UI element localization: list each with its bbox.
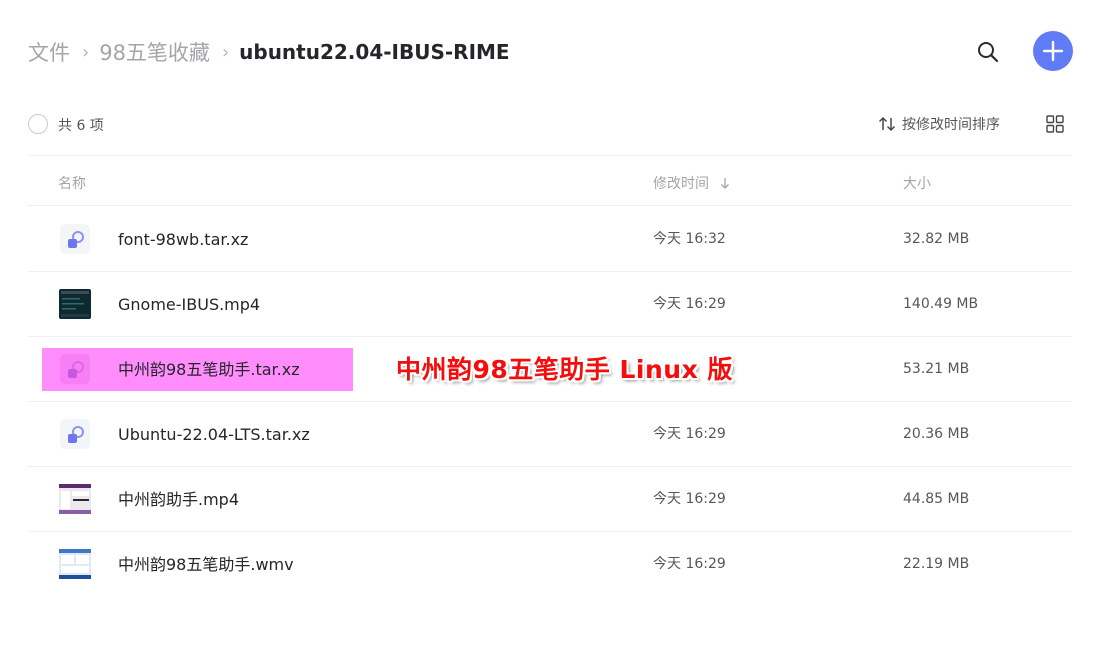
- sort-button[interactable]: 按修改时间排序: [878, 114, 1000, 134]
- file-name: font-98wb.tar.xz: [118, 230, 249, 249]
- file-name: 中州韵98五笔助手.tar.xz: [118, 360, 300, 379]
- file-modified-time: 今天 16:32: [653, 231, 726, 247]
- file-size: 140.49 MB: [903, 296, 979, 312]
- file-name: Ubuntu-22.04-LTS.tar.xz: [118, 425, 310, 444]
- archive-file-icon: [60, 419, 90, 449]
- add-button[interactable]: [1033, 31, 1073, 71]
- breadcrumb-separator: ›: [82, 41, 90, 63]
- sort-arrows-icon: [878, 116, 896, 132]
- table-row[interactable]: 中州韵助手.mp4 今天 16:29 44.85 MB: [28, 467, 1072, 532]
- file-name: 中州韵98五笔助手.wmv: [118, 555, 294, 574]
- breadcrumb-current: ubuntu22.04-IBUS-RIME: [239, 40, 510, 64]
- file-size: 44.85 MB: [903, 491, 970, 507]
- breadcrumb-separator: ›: [221, 41, 230, 63]
- arrow-down-icon: [721, 178, 729, 189]
- table-row[interactable]: font-98wb.tar.xz 今天 16:32 32.82 MB: [28, 207, 1072, 272]
- divider: [28, 155, 1072, 156]
- sort-label: 按修改时间排序: [902, 117, 1000, 133]
- annotation-overlay: 中州韵98五笔助手 Linux 版: [396, 355, 733, 384]
- file-name: 中州韵助手.mp4: [118, 490, 240, 509]
- plus-icon: [1042, 40, 1064, 62]
- column-header-name[interactable]: 名称: [58, 173, 86, 193]
- file-size: 20.36 MB: [903, 426, 970, 442]
- search-button[interactable]: [972, 36, 1004, 68]
- file-size: 53.21 MB: [903, 361, 970, 377]
- archive-file-icon: [60, 354, 90, 384]
- column-header-time-label: 修改时间: [653, 176, 709, 192]
- column-header-size[interactable]: 大小: [903, 173, 931, 193]
- file-modified-time: 今天 16:29: [653, 556, 726, 572]
- item-count: 共 6 项: [58, 118, 104, 134]
- search-icon: [978, 42, 999, 63]
- grid-view-icon[interactable]: [1046, 115, 1064, 133]
- column-header-time[interactable]: 修改时间: [653, 173, 732, 193]
- archive-file-icon: [60, 224, 90, 254]
- video-thumbnail-icon: [59, 549, 91, 579]
- breadcrumb-item-folder[interactable]: 98五笔收藏: [99, 37, 210, 67]
- select-all-checkbox[interactable]: [28, 114, 48, 134]
- video-thumbnail-icon: [59, 289, 91, 319]
- file-name: Gnome-IBUS.mp4: [118, 295, 261, 314]
- file-modified-time: 今天 16:29: [653, 491, 726, 507]
- table-row[interactable]: 中州韵98五笔助手.wmv 今天 16:29 22.19 MB: [28, 532, 1072, 597]
- table-row[interactable]: Gnome-IBUS.mp4 今天 16:29 140.49 MB: [28, 272, 1072, 337]
- file-browser: 文件 › 98五笔收藏 › ubuntu22.04-IBUS-RIME 共 6 …: [0, 0, 1120, 654]
- file-modified-time: 今天 16:29: [653, 296, 726, 312]
- video-thumbnail-icon: [59, 484, 91, 514]
- table-row[interactable]: Ubuntu-22.04-LTS.tar.xz 今天 16:29 20.36 M…: [28, 402, 1072, 467]
- breadcrumb-item-files[interactable]: 文件: [28, 37, 70, 67]
- breadcrumb: 文件 › 98五笔收藏 › ubuntu22.04-IBUS-RIME: [28, 36, 510, 68]
- file-size: 32.82 MB: [903, 231, 970, 247]
- file-modified-time: 今天 16:29: [653, 426, 726, 442]
- file-size: 22.19 MB: [903, 556, 970, 572]
- divider: [28, 205, 1072, 206]
